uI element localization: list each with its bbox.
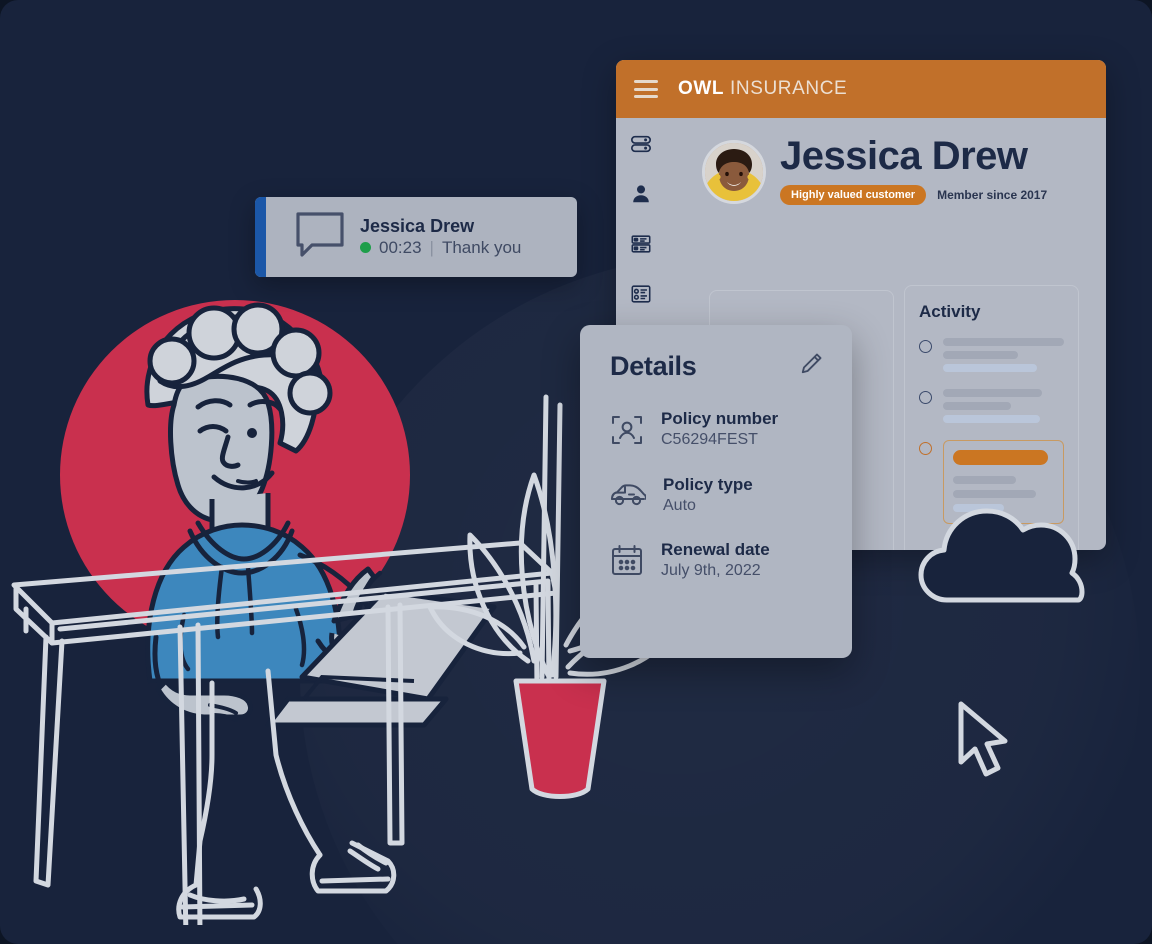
detail-row-policy-number: Policy number C56294FEST	[610, 408, 824, 452]
avatar	[702, 140, 766, 204]
toast-subline: 00:23 | Thank you	[360, 238, 521, 258]
toast-message: Thank you	[441, 237, 522, 257]
toast-sender-name: Jessica Drew	[360, 215, 475, 236]
brand-name-light: INSURANCE	[730, 78, 848, 99]
toast-content: Jessica Drew 00:23 | Thank you	[360, 216, 521, 258]
toast-separator: |	[429, 237, 434, 257]
activity-item[interactable]	[919, 338, 1064, 372]
online-status-icon	[360, 242, 371, 254]
sidebar-item-payment-cards[interactable]	[629, 232, 653, 256]
chat-notification-toast[interactable]: Jessica Drew 00:23 | Thank you	[255, 197, 577, 277]
details-title: Details	[610, 351, 697, 381]
activity-skeleton	[943, 338, 1064, 372]
sidebar-item-person[interactable]	[629, 182, 653, 206]
cloud-icon	[905, 505, 1105, 615]
app-header: OWL INSURANCE	[616, 60, 1106, 118]
detail-value: Auto	[663, 497, 696, 515]
chat-bubble-icon	[296, 211, 344, 263]
detail-label: Policy type	[663, 475, 753, 494]
toast-accent-bar	[255, 197, 266, 277]
detail-value: July 9th, 2022	[661, 562, 761, 580]
activity-skeleton	[943, 389, 1064, 423]
id-scan-icon	[610, 413, 644, 452]
detail-row-renewal-date: Renewal date July 9th, 2022	[610, 539, 824, 582]
customer-profile-header: Jessica Drew Highly valued customer Memb…	[702, 136, 1047, 205]
status-badge: Highly valued customer	[780, 185, 927, 205]
detail-value: C56294FEST	[661, 431, 758, 449]
detail-row-policy-type: Policy type Auto	[610, 474, 824, 517]
hamburger-menu-icon[interactable]	[634, 80, 658, 98]
pencil-icon[interactable]	[798, 351, 824, 382]
detail-label: Policy number	[661, 409, 779, 428]
sidebar-item-records[interactable]	[629, 282, 653, 306]
sidebar-item-toggles[interactable]	[629, 132, 653, 156]
brand-logo: OWL INSURANCE	[678, 78, 847, 100]
details-header: Details	[610, 351, 824, 382]
activity-dot-icon	[919, 391, 932, 404]
activity-item[interactable]	[919, 389, 1064, 423]
detail-label: Renewal date	[661, 540, 770, 560]
brand-name-strong: OWL	[678, 78, 725, 99]
desk-illustration	[0, 285, 680, 925]
activity-title: Activity	[919, 302, 981, 321]
calendar-icon	[610, 544, 644, 581]
member-since-label: Member since 2017	[937, 188, 1048, 202]
details-panel: Details Policy number C56294FEST Policy …	[580, 325, 852, 658]
page-root: OWL INSURANCE Jessica Drew Highly valued…	[0, 0, 1152, 944]
activity-dot-icon	[919, 340, 932, 353]
car-icon	[610, 479, 647, 514]
toast-time: 00:23	[379, 237, 422, 257]
profile-meta: Highly valued customer Member since 2017	[780, 185, 1047, 205]
page-title: Jessica Drew	[780, 134, 1028, 178]
mouse-cursor-icon	[955, 700, 1017, 785]
activity-dot-icon	[919, 442, 932, 455]
